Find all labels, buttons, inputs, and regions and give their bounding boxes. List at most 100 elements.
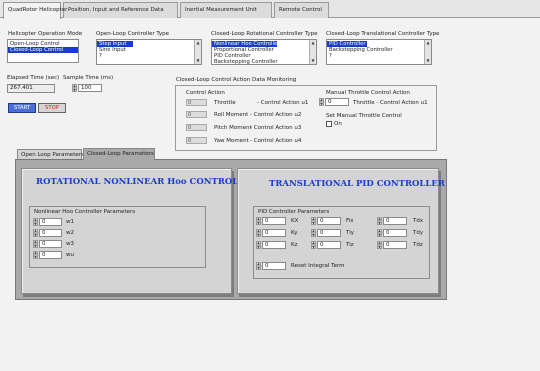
control-action-value: 0 [186, 137, 207, 144]
manual-on-checkbox[interactable] [326, 121, 332, 127]
param-label-ky: Ky [291, 230, 298, 236]
monitor-title: Closed-Loop Control Action Data Monitori… [176, 77, 297, 83]
tab-quadrotor-helicopter[interactable]: QuadRotor Helicopter [3, 2, 67, 19]
param-spinner[interactable]: ▲ ▼ [311, 217, 316, 225]
scrollbar[interactable]: ▲ ▼ [424, 40, 431, 64]
open-loop-type-list[interactable]: Step Input Sine Input ? ▲ ▼ [96, 39, 202, 65]
reset-integral-label: Reset Integral Term [291, 263, 345, 269]
param-spinner[interactable]: ▲ ▼ [256, 262, 261, 270]
param-spinner[interactable]: ▲ ▼ [33, 240, 38, 248]
param-spinner[interactable]: ▲ ▼ [311, 241, 316, 249]
param-input-tdx[interactable]: 0 [383, 217, 407, 225]
scrollbar[interactable]: ▲ ▼ [194, 40, 201, 64]
param-input-kz[interactable]: 0 [262, 241, 286, 249]
param-spinner[interactable]: ▲ ▼ [377, 241, 382, 249]
param-input-tdy[interactable]: 0 [383, 229, 407, 237]
param-input-tiy[interactable]: 0 [317, 229, 341, 237]
manual-throttle-spinner[interactable]: ▲ ▼ [319, 98, 324, 106]
param-spinner[interactable]: ▲ ▼ [33, 218, 38, 226]
param-input-tix[interactable]: 0 [317, 217, 341, 225]
param-input-wu[interactable]: 0 [39, 251, 62, 259]
elapsed-time-display: 267.401 [7, 84, 55, 93]
list-item[interactable]: Backstepping Controller [212, 59, 316, 64]
param-spinner[interactable]: ▲ ▼ [377, 217, 382, 225]
scroll-down-icon[interactable]: ▼ [196, 59, 200, 63]
manual-throttle-label: Manual Throttle Control Action [326, 90, 410, 96]
control-action-value: 0 [186, 111, 207, 118]
trans-type-list[interactable]: PID Controller Backstepping Controller ?… [326, 39, 432, 65]
param-label-w2: w2 [66, 230, 74, 236]
scroll-down-icon[interactable]: ▼ [311, 59, 315, 63]
sample-time-input[interactable]: 100 [78, 84, 102, 92]
param-input-tiz[interactable]: 0 [317, 241, 341, 249]
yaw-moment-desc: - Control Action u4 [250, 138, 302, 144]
scroll-up-icon[interactable]: ▲ [311, 41, 315, 45]
trans-controller-title: TRANSLATIONAL PID CONTROLLER [269, 179, 445, 189]
control-action-value: 0 [186, 124, 207, 131]
list-item[interactable]: ? [327, 53, 431, 59]
param-label-kx: KX [291, 218, 299, 224]
rot-type-label: Closed-Loop Rotational Controller Type [211, 31, 318, 37]
scrollbar[interactable]: ▲ ▼ [309, 40, 316, 64]
param-spinner[interactable]: ▲ ▼ [256, 241, 261, 249]
scroll-up-icon[interactable]: ▲ [196, 41, 200, 45]
tab-inertial-measurement[interactable]: Inertial Measurement Unit [180, 2, 272, 18]
control-action-label: Control Action [186, 90, 225, 96]
param-input-w3[interactable]: 0 [39, 240, 62, 248]
param-label-tdy: Tdy [413, 230, 424, 236]
rot-type-list[interactable]: Nonlinear Hoo Controller Proportional Co… [211, 39, 317, 65]
throttle-desc: - Control Action u1 [257, 100, 309, 106]
elapsed-time-label: Elapsed Time (sec) [7, 75, 60, 81]
param-input-w2[interactable]: 0 [39, 229, 62, 237]
tab-closed-loop-parameters[interactable]: Closed-Loop Parameters [83, 148, 155, 160]
reset-integral-input[interactable]: 0 [262, 262, 286, 270]
tab-position-input-reference[interactable]: Position, Input and Reference Data [63, 2, 178, 18]
throttle-label: Throttle [214, 100, 236, 106]
param-label-w3: w3 [66, 241, 74, 247]
operation-mode-label: Helicopter Operation Mode [8, 31, 83, 37]
param-spinner[interactable]: ▲ ▼ [256, 229, 261, 237]
param-input-kx[interactable]: 0 [262, 217, 286, 225]
list-item[interactable]: ? [97, 53, 201, 59]
manual-throttle-desc: Throttle - Control Action u1 [353, 100, 428, 106]
param-label-tiz: Tiz [346, 242, 354, 248]
param-label-tiy: Tiy [346, 230, 354, 236]
trans-params-label: PID Controller Parameters [258, 209, 330, 215]
scroll-up-icon[interactable]: ▲ [426, 41, 430, 45]
stop-button[interactable]: STOP [38, 103, 66, 113]
param-input-tdz[interactable]: 0 [383, 241, 407, 249]
on-label: On [334, 121, 342, 127]
set-manual-label: Set Manual Throttle Control [326, 113, 402, 119]
rot-controller-title: ROTATIONAL NONLINEAR Hoo CONTROLLER [36, 177, 258, 187]
param-spinner[interactable]: ▲ ▼ [377, 229, 382, 237]
pitch-moment-label: Pitch Moment [214, 125, 252, 131]
roll-moment-desc: - Control Action u2 [250, 112, 302, 118]
roll-moment-label: Roll Moment [214, 112, 249, 118]
pitch-moment-desc: - Control Action u3 [250, 125, 302, 131]
param-input-ky[interactable]: 0 [262, 229, 286, 237]
param-spinner[interactable]: ▲ ▼ [33, 229, 38, 237]
scroll-down-icon[interactable]: ▼ [426, 59, 430, 63]
manual-throttle-input[interactable]: 0 [325, 98, 349, 106]
sample-time-spinner[interactable]: ▲ ▼ [72, 84, 77, 92]
operation-mode-list[interactable]: Open-Loop Control Closed-Loop Control [7, 39, 79, 63]
sample-time-label: Sample Time (ms) [63, 75, 114, 81]
param-label-tdz: Tdz [413, 242, 423, 248]
param-input-w1[interactable]: 0 [39, 218, 62, 226]
param-label-w1: w1 [66, 219, 74, 225]
main-tab-bar: QuadRotor Helicopter Position, Input and… [0, 0, 540, 19]
open-loop-type-label: Open-Loop Controller Type [96, 31, 170, 37]
start-button[interactable]: START [8, 103, 36, 113]
param-label-kz: Kz [291, 242, 298, 248]
param-spinner[interactable]: ▲ ▼ [311, 229, 316, 237]
list-item-selected[interactable]: Closed-Loop Control [8, 47, 78, 53]
trans-type-label: Closed-Loop Translational Controller Typ… [326, 31, 440, 37]
control-action-value: 0 [186, 99, 207, 106]
rot-params-label: Nonlinear Hoo Controller Parameters [34, 209, 136, 215]
param-label-tix: Fix [346, 218, 354, 224]
param-label-wu: wu [66, 252, 74, 258]
tab-remote-control[interactable]: Remote Control [274, 2, 329, 18]
param-spinner[interactable]: ▲ ▼ [256, 217, 261, 225]
param-spinner[interactable]: ▲ ▼ [33, 251, 38, 259]
param-label-tdx: Tdx [413, 218, 424, 224]
